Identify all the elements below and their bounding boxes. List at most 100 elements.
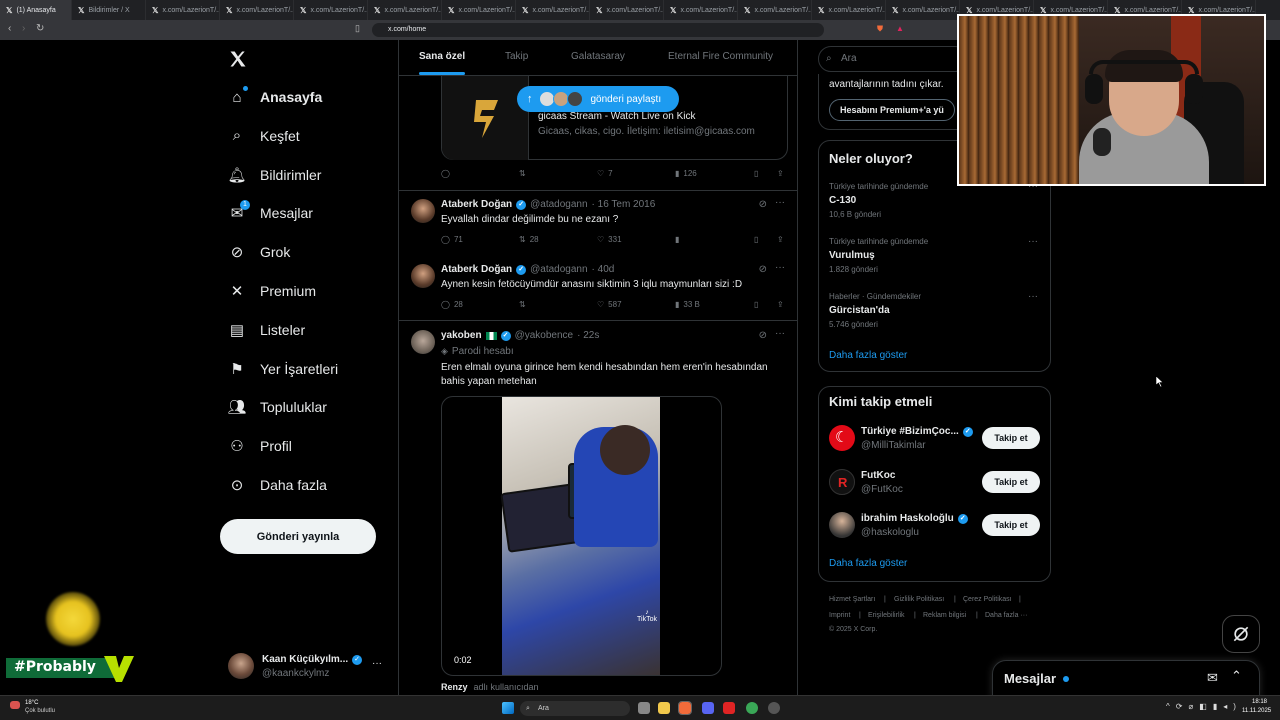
sidebar-item-topluluklar[interactable]: 👥︎ Topluluklar <box>227 398 326 416</box>
footer-link[interactable]: Daha fazla ··· <box>985 612 1027 619</box>
author-name[interactable]: Renzy <box>441 682 468 692</box>
grok-explain-icon[interactable]: ⊘ <box>759 199 767 210</box>
sidebar-item-anasayfa[interactable]: ⌂ Anasayfa <box>228 86 322 106</box>
suggestion-name[interactable]: FutKoc <box>861 470 895 481</box>
premium-upgrade-button[interactable]: Hesabını Premium+'a yü <box>829 99 955 121</box>
avatar[interactable] <box>411 264 435 288</box>
discord-icon[interactable] <box>702 702 714 714</box>
author-handle[interactable]: @atadogann <box>530 264 587 275</box>
bookmark-icon[interactable]: ▯ <box>754 169 758 178</box>
browser-tab[interactable]: 𝕏x.com/LazerionT/... <box>368 0 442 20</box>
author-name[interactable]: yakoben <box>441 330 482 341</box>
browser-tab[interactable]: 𝕏 (1) Anasayfa <box>0 0 72 20</box>
address-bar[interactable]: x.com/home <box>372 23 824 37</box>
clock-time[interactable]: 18:18 <box>1252 699 1267 705</box>
tray-icons[interactable]: ^⟳⌀◧▮◂) <box>1166 702 1242 711</box>
author-name[interactable]: Ataberk Doğan <box>441 264 512 275</box>
grok-floating-button[interactable] <box>1222 615 1260 653</box>
tab-for-you[interactable]: Sana özel <box>419 51 465 62</box>
search-input[interactable]: ⌕ Ara <box>818 46 968 72</box>
sidebar-item-bildirimler[interactable]: 🔔︎ Bildirimler <box>227 166 321 184</box>
back-icon[interactable]: ‹ <box>8 23 11 34</box>
new-posts-pill[interactable]: ↑ gönderi paylaştı <box>517 86 679 112</box>
task-view-icon[interactable] <box>638 702 650 714</box>
footer-link[interactable]: Reklam bilgisi <box>923 612 966 619</box>
avatar[interactable] <box>411 330 435 354</box>
author-handle[interactable]: @yakobence <box>515 330 574 341</box>
avatar[interactable] <box>829 512 855 538</box>
follow-button[interactable]: Takip et <box>982 427 1040 449</box>
repost-button[interactable]: ⇅ 28 <box>519 235 539 244</box>
app-icon[interactable] <box>746 702 758 714</box>
brave-shield-icon[interactable]: ⛊ <box>877 24 883 34</box>
taskbar-search[interactable]: ⌕ Ara <box>520 701 630 716</box>
bookmark-icon[interactable]: ▯ <box>754 235 758 244</box>
start-icon[interactable] <box>502 702 514 714</box>
follow-button[interactable]: Takip et <box>982 514 1040 536</box>
tab-following[interactable]: Takip <box>505 51 528 62</box>
app-icon[interactable] <box>768 702 780 714</box>
browser-tab[interactable]: 𝕏x.com/LazerionT/... <box>590 0 664 20</box>
x-logo-icon[interactable] <box>228 49 248 69</box>
footer-link[interactable]: Erişilebilirlik <box>868 612 905 619</box>
trend-topic[interactable]: C-130 <box>829 195 856 206</box>
trend-topic[interactable]: Gürcistan'da <box>829 305 890 316</box>
sidebar-item-yer-i-şaretleri[interactable]: ⚑ Yer İşaretleri <box>228 360 338 378</box>
reload-icon[interactable]: ↻ <box>36 23 44 34</box>
browser-tab[interactable]: 𝕏x.com/LazerionT/... <box>294 0 368 20</box>
suggestion-name[interactable]: Türkiye #BizimÇoc... ✓ <box>861 426 973 437</box>
footer-link[interactable]: Çerez Politikası <box>963 596 1012 603</box>
share-icon[interactable]: ⇪ <box>777 235 784 244</box>
sidebar-item-listeler[interactable]: ▤ Listeler <box>228 321 305 339</box>
new-message-icon[interactable]: ✉ <box>1207 670 1218 686</box>
weather-temp[interactable]: 18°C <box>25 700 38 706</box>
sidebar-item-grok[interactable]: ⊘ Grok <box>228 243 291 261</box>
grok-explain-icon[interactable]: ⊘ <box>759 330 767 341</box>
like-button[interactable]: ♡ 587 <box>597 300 622 309</box>
browser-tab[interactable]: 𝕏x.com/LazerionT/... <box>146 0 220 20</box>
browser-tab[interactable]: 𝕏x.com/LazerionT/... <box>812 0 886 20</box>
repost-icon[interactable]: ⇅ <box>519 300 526 309</box>
sidebar-item-profil[interactable]: ⚇ Profil <box>228 437 292 455</box>
bookmark-icon[interactable]: ▯ <box>754 300 758 309</box>
brave-rewards-icon[interactable]: ▲ <box>896 24 904 33</box>
sidebar-item-keşfet[interactable]: ⌕ Keşfet <box>228 127 300 145</box>
tab-eternal-fire[interactable]: Eternal Fire Community <box>668 51 773 62</box>
grok-explain-icon[interactable]: ⊘ <box>759 264 767 275</box>
post-button[interactable]: Gönderi yayınla <box>220 519 376 554</box>
browser-tab[interactable]: 𝕏x.com/LazerionT/... <box>664 0 738 20</box>
browser-tab[interactable]: 𝕏 Bildirimler / X <box>72 0 146 20</box>
suggestion-name[interactable]: ibrahim Haskoloğlu ✓ <box>861 513 968 524</box>
author-handle[interactable]: @atadogann <box>530 199 587 210</box>
more-dots-icon[interactable]: ··· <box>1028 291 1038 302</box>
avatar[interactable] <box>411 199 435 223</box>
footer-link[interactable]: Gizlilik Politikası <box>894 596 944 603</box>
share-icon[interactable]: ⇪ <box>777 300 784 309</box>
share-icon[interactable]: ⇪ <box>777 169 784 178</box>
forward-icon[interactable]: › <box>22 23 25 34</box>
who-show-more[interactable]: Daha fazla göster <box>829 558 907 569</box>
sidebar-item-mesajlar[interactable]: ✉ 1 Mesajlar <box>228 200 313 222</box>
trend-topic[interactable]: Vurulmuş <box>829 250 875 261</box>
file-explorer-icon[interactable] <box>658 702 670 714</box>
reply-button[interactable]: ◯ 28 <box>441 300 463 309</box>
sidebar-item-daha-fazla[interactable]: ⊙ Daha fazla <box>228 476 327 494</box>
messages-drawer[interactable]: Mesajlar ✉ ⌃ <box>992 660 1260 698</box>
browser-tab[interactable]: 𝕏x.com/LazerionT/... <box>442 0 516 20</box>
post-date[interactable]: · 22s <box>577 330 599 341</box>
footer-link[interactable]: Imprint <box>829 612 850 619</box>
author-name[interactable]: Ataberk Doğan <box>441 199 512 210</box>
footer-link[interactable]: Hizmet Şartları <box>829 596 875 603</box>
weather-icon[interactable] <box>10 701 20 709</box>
post-date[interactable]: · 40d <box>592 264 615 275</box>
repost-icon[interactable]: ⇅ <box>519 169 526 178</box>
reply-button[interactable]: ◯ 71 <box>441 235 463 244</box>
follow-button[interactable]: Takip et <box>982 470 1040 493</box>
views-button[interactable]: ▮ 126 <box>675 169 697 178</box>
account-switcher[interactable]: Kaan Küçükyılm... ✓ @kaankckylmz ··· <box>228 652 388 682</box>
post-date[interactable]: · 16 Tem 2016 <box>592 199 656 210</box>
browser-tab[interactable]: 𝕏x.com/LazerionT/... <box>220 0 294 20</box>
browser-tab[interactable]: 𝕏x.com/LazerionT/... <box>738 0 812 20</box>
trends-show-more[interactable]: Daha fazla göster <box>829 350 907 361</box>
avatar[interactable]: R <box>829 468 855 495</box>
